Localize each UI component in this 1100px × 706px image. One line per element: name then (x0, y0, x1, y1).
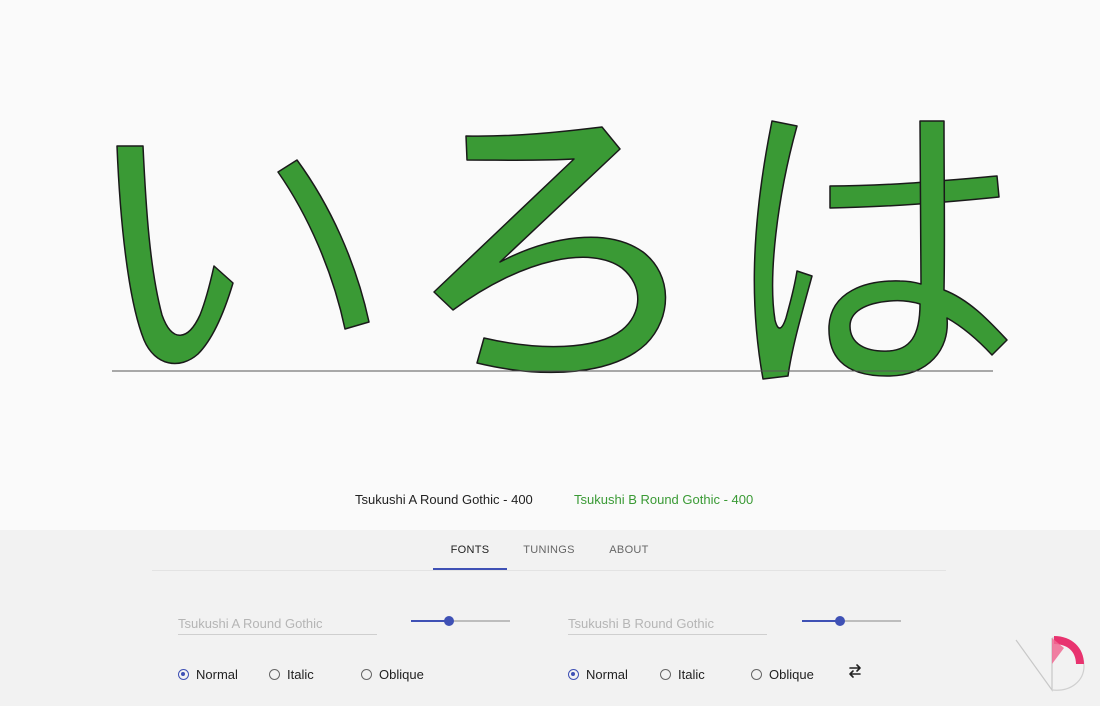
radio-label: Italic (287, 666, 314, 682)
active-tab-indicator (433, 568, 507, 570)
font-a-style-normal[interactable]: Normal (178, 664, 238, 684)
radio-label: Normal (586, 666, 628, 682)
radio-label: Normal (196, 666, 238, 682)
font-a-style-oblique[interactable]: Oblique (361, 664, 424, 684)
font-a-name-label: Tsukushi A Round Gothic - 400 (355, 492, 533, 507)
slider-fill (802, 620, 840, 622)
radio-label: Oblique (769, 666, 814, 682)
font-b-style-oblique[interactable]: Oblique (751, 664, 814, 684)
font-b-name-label: Tsukushi B Round Gothic - 400 (574, 492, 754, 507)
radio-circle (269, 668, 280, 680)
font-name-labels: Tsukushi A Round Gothic - 400 Tsukushi B… (0, 490, 1100, 512)
radio-circle (660, 668, 671, 680)
radio-label: Italic (678, 666, 705, 682)
radio-circle (178, 668, 189, 680)
radio-label: Oblique (379, 666, 424, 682)
glyph-ha-loop (828, 120, 1008, 377)
preview-stage: Tsukushi A Round Gothic - 400 Tsukushi B… (0, 0, 1100, 530)
glyph-ro (433, 126, 667, 374)
app-logo-icon (1015, 636, 1085, 692)
font-a-style-italic[interactable]: Italic (269, 664, 314, 684)
glyph-i-right-stroke (277, 159, 370, 330)
radio-circle (361, 668, 372, 680)
font-b-weight-slider[interactable] (802, 614, 901, 628)
tab-fonts[interactable]: FONTS (433, 530, 507, 570)
radio-circle (568, 668, 579, 680)
tab-about[interactable]: ABOUT (592, 530, 666, 570)
font-b-input[interactable] (568, 612, 767, 635)
slider-thumb[interactable] (443, 616, 454, 626)
glyph-i-left-stroke (116, 145, 234, 365)
slider-fill (411, 620, 449, 622)
radio-circle (751, 668, 762, 680)
glyph-preview (112, 120, 1008, 380)
slider-thumb[interactable] (834, 616, 845, 626)
glyph-ha-crossbar (829, 175, 1000, 209)
font-b-style-italic[interactable]: Italic (660, 664, 705, 684)
font-a-weight-slider[interactable] (411, 614, 510, 628)
font-b-style-normal[interactable]: Normal (568, 664, 628, 684)
glyph-ha-left-stroke (753, 120, 813, 380)
tab-tunings[interactable]: TUNINGS (512, 530, 586, 570)
swap-arrows-icon[interactable] (846, 662, 864, 680)
control-panel: FONTS TUNINGS ABOUT Normal Italic Obliqu… (0, 530, 1100, 706)
tab-bar: FONTS TUNINGS ABOUT (152, 530, 946, 571)
font-a-input[interactable] (178, 612, 377, 635)
